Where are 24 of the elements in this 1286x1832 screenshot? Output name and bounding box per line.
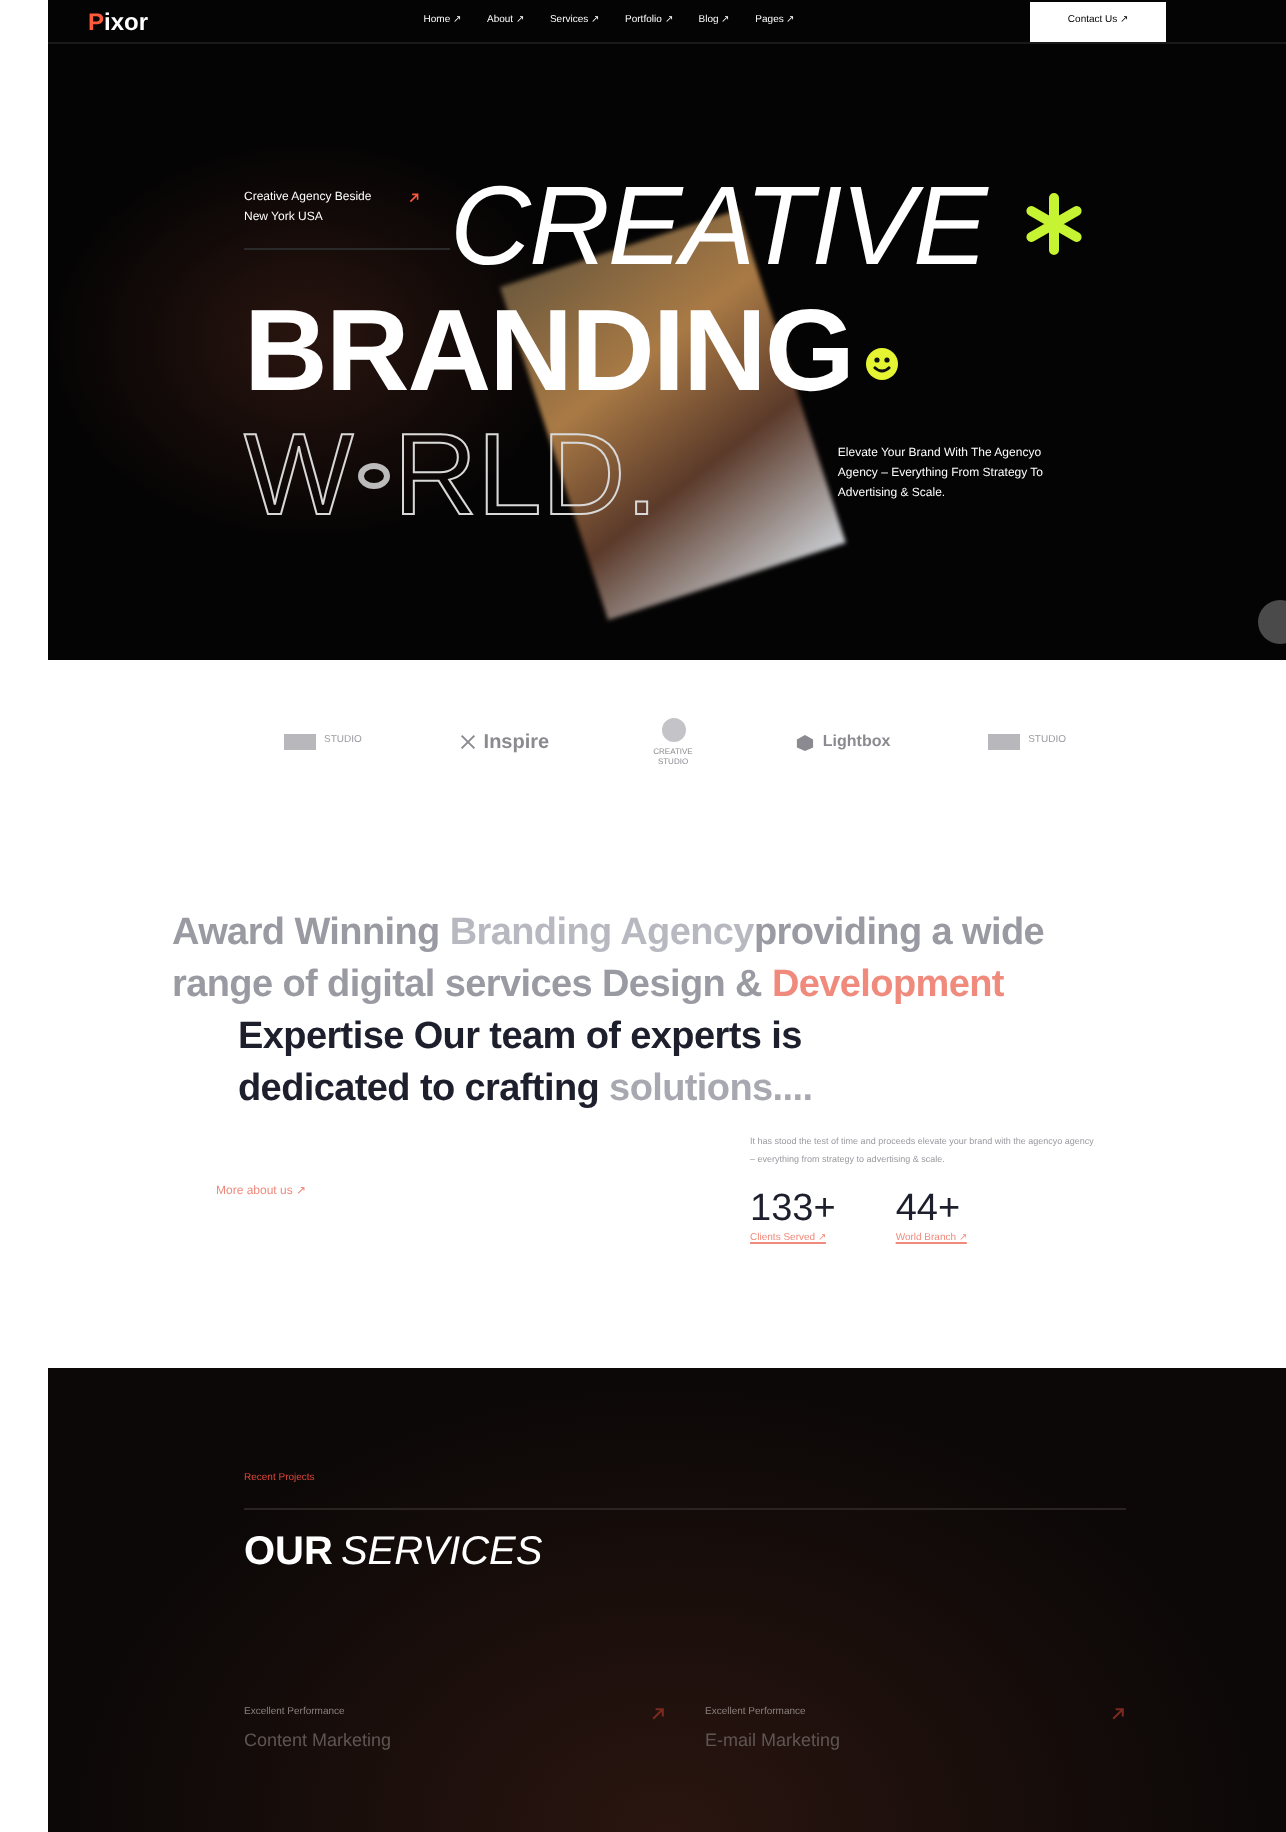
outline-heading-text: W bbox=[244, 416, 354, 536]
section-title: SERVICES bbox=[340, 1527, 543, 1577]
service-name: E-mail Marketing bbox=[705, 1728, 841, 1754]
logo[interactable]: Pixor bbox=[88, 3, 149, 39]
about-heading: Award Winning Branding Agencyproviding a wide range of digital services Design & Development bbox=[172, 910, 1047, 1010]
stat-value: 44+ bbox=[895, 1188, 963, 1232]
hero-heading-line: BRANDING bbox=[244, 292, 854, 412]
arrow-icon bbox=[649, 1705, 665, 1721]
logo-block bbox=[988, 734, 1021, 750]
smiley-icon bbox=[865, 348, 898, 380]
asterisk-icon bbox=[1021, 192, 1086, 256]
arrow-icon bbox=[1110, 1705, 1126, 1721]
logo-block bbox=[284, 734, 316, 750]
service-name: Content Marketing bbox=[244, 1728, 392, 1754]
cross-icon bbox=[459, 734, 476, 750]
about-subheading: Expertise Our team of experts is dedicated to crafting solutions.... bbox=[238, 1014, 815, 1114]
hero-heading-line: CREATIVE bbox=[450, 168, 986, 284]
outline-heading-text: RLD. bbox=[393, 416, 658, 536]
arrow-icon bbox=[408, 192, 420, 204]
section-title: OUR bbox=[244, 1527, 333, 1577]
brand-name: Inspire bbox=[483, 729, 550, 757]
stat-value: 133+ bbox=[750, 1188, 836, 1232]
ring-icon bbox=[357, 462, 390, 490]
brand-name: Lightbox bbox=[822, 730, 891, 754]
